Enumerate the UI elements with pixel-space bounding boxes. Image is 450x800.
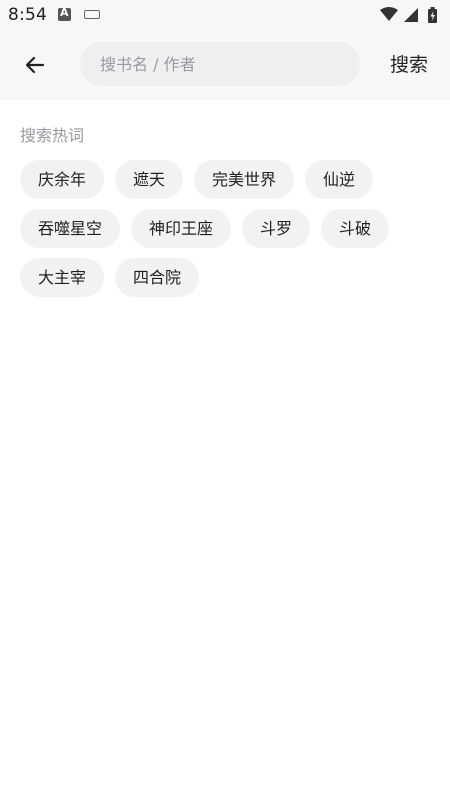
back-button[interactable] <box>16 46 54 84</box>
hot-search-tags: 庆余年 遮天 完美世界 仙逆 吞噬星空 神印王座 斗罗 斗破 大主宰 四合院 <box>20 160 440 297</box>
battery-icon <box>428 7 437 23</box>
a-notification-icon <box>58 6 71 21</box>
arrow-left-icon <box>25 56 45 74</box>
status-icons <box>380 6 442 24</box>
search-input[interactable] <box>80 42 360 86</box>
hot-search-tag[interactable]: 庆余年 <box>20 160 105 199</box>
hot-search-tag[interactable]: 仙逆 <box>305 160 374 199</box>
hot-search-tag[interactable]: 完美世界 <box>194 160 295 199</box>
hot-search-tag[interactable]: 斗破 <box>321 209 390 248</box>
hot-search-tag[interactable]: 吞噬星空 <box>20 209 121 248</box>
hot-search-title: 搜索热词 <box>20 126 85 145</box>
search-button[interactable]: 搜索 <box>380 50 438 80</box>
hot-search-tag[interactable]: 斗罗 <box>242 209 311 248</box>
hot-search-tag[interactable]: 四合院 <box>115 258 200 297</box>
hot-search-tag[interactable]: 遮天 <box>115 160 184 199</box>
hot-search-tag[interactable]: 神印王座 <box>131 209 232 248</box>
keyboard-icon <box>84 10 100 19</box>
signal-icon <box>404 8 418 22</box>
status-time: 8:54 <box>8 5 47 25</box>
status-bar: 8:54 <box>0 0 450 30</box>
wifi-icon <box>380 7 398 21</box>
hot-search-tag[interactable]: 大主宰 <box>20 258 105 297</box>
search-header: 搜索 <box>0 30 450 100</box>
